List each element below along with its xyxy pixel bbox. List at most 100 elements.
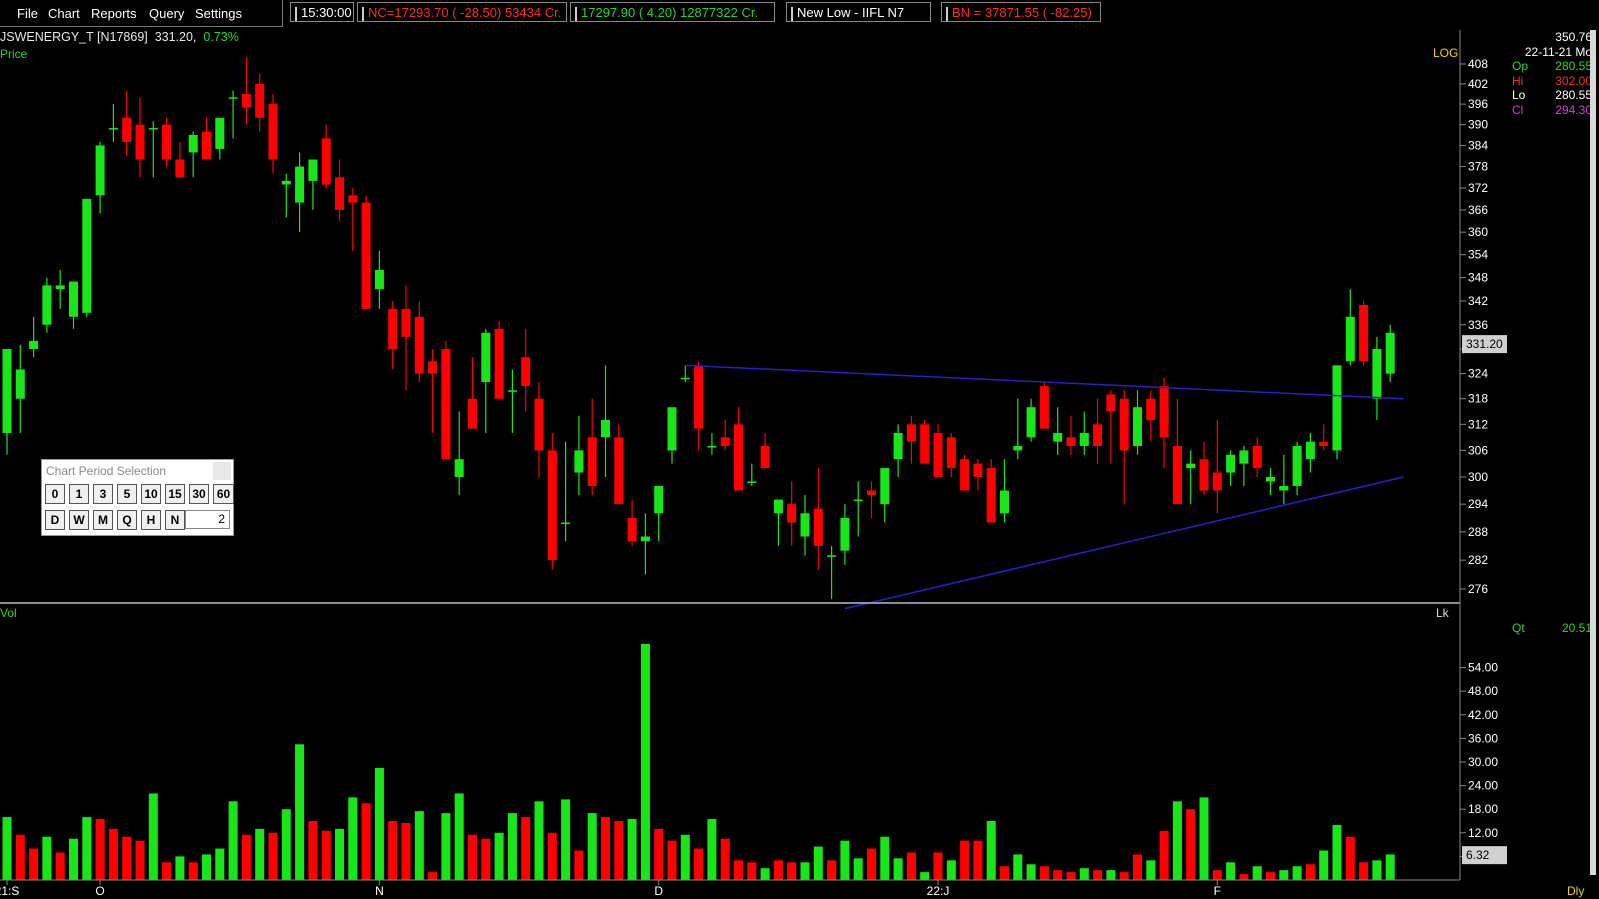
candle-body: [281, 180, 291, 185]
candle-body: [747, 481, 757, 483]
period-button-min-15[interactable]: 15: [165, 484, 185, 504]
volume-bar: [348, 797, 358, 880]
period-button-min-60[interactable]: 60: [213, 484, 234, 504]
period-button-min-0[interactable]: 0: [45, 484, 65, 504]
period-button-daily[interactable]: D: [45, 510, 65, 530]
candle-body: [348, 195, 358, 203]
volume-bar: [481, 838, 491, 880]
volume-bar: [880, 836, 890, 880]
candle-body: [2, 348, 12, 433]
price-tick-label: 324: [1468, 367, 1488, 381]
volume-bar: [1013, 854, 1023, 880]
volume-bar: [162, 862, 172, 880]
candle-body: [29, 340, 39, 349]
volume-bar: [69, 838, 78, 880]
candle-body: [893, 432, 903, 460]
volume-bar: [734, 860, 743, 880]
candle-body: [1345, 316, 1355, 362]
x-tick-label: O: [95, 884, 104, 898]
volume-tick-label: 42.00: [1468, 708, 1498, 722]
volume-bar: [1106, 870, 1116, 880]
period-button-min-1[interactable]: 1: [69, 484, 89, 504]
volume-bar: [1026, 864, 1036, 880]
period-button-weekly[interactable]: W: [69, 510, 89, 530]
candle-body: [1239, 450, 1249, 464]
volume-bar: [255, 828, 265, 880]
candle-body: [1212, 472, 1222, 491]
volume-bar: [55, 852, 65, 880]
candle-body: [374, 269, 384, 290]
close-icon[interactable]: [213, 462, 231, 480]
volume-bar: [561, 799, 571, 880]
volume-bar: [547, 832, 557, 880]
price-tick-label: 342: [1468, 294, 1488, 308]
period-button-monthly[interactable]: M: [93, 510, 113, 530]
price-tick-label: 354: [1468, 248, 1488, 262]
period-button-n[interactable]: N: [165, 510, 185, 530]
x-tick-label: 22:J: [927, 884, 950, 898]
candle-body: [627, 517, 637, 542]
price-tick-label: 312: [1468, 417, 1488, 431]
price-tick-label: 360: [1468, 225, 1488, 239]
candle-body: [1172, 446, 1182, 505]
volume-bar: [1266, 872, 1275, 880]
volume-bar: [1133, 854, 1142, 880]
candle-body: [640, 536, 650, 542]
price-tick-label: 390: [1468, 118, 1488, 132]
volume-bar: [1146, 860, 1156, 880]
volume-bar: [108, 828, 118, 880]
candle-body: [906, 424, 916, 442]
candle-body: [521, 357, 531, 387]
candle-body: [1093, 424, 1103, 447]
candle-body: [1305, 441, 1315, 460]
volume-bar: [135, 840, 145, 880]
volume-bar: [893, 858, 903, 880]
volume-bar: [760, 868, 770, 880]
candle-body: [82, 198, 92, 313]
volume-bar: [960, 840, 970, 880]
candle-body: [787, 504, 797, 523]
volume-bar: [534, 801, 544, 880]
volume-bar: [694, 848, 704, 880]
candle-body: [42, 285, 52, 325]
candle-body: [69, 281, 78, 317]
volume-bar: [521, 817, 531, 880]
candle-body: [1066, 437, 1076, 447]
candle-body: [428, 361, 438, 374]
volume-bar: [1279, 870, 1289, 880]
candle-body: [1133, 407, 1142, 447]
period-button-min-3[interactable]: 3: [93, 484, 113, 504]
period-count-input[interactable]: 2: [185, 510, 230, 529]
volume-bar: [1319, 850, 1329, 880]
candle-body: [654, 485, 664, 514]
price-tick-label: 402: [1468, 77, 1488, 91]
volume-bar: [388, 821, 398, 880]
period-button-min-10[interactable]: 10: [141, 484, 161, 504]
volume-bar: [973, 840, 983, 880]
volume-bar: [95, 819, 105, 880]
period-button-min-30[interactable]: 30: [189, 484, 209, 504]
period-button-half-yearly[interactable]: H: [141, 510, 161, 530]
volume-bar: [1053, 870, 1063, 880]
price-tick-label: 300: [1468, 470, 1488, 484]
candle-body: [561, 522, 571, 525]
candle-body: [773, 499, 783, 514]
candle-body: [122, 117, 132, 142]
candle-body: [1039, 386, 1049, 429]
price-tick-label: 396: [1468, 97, 1488, 111]
volume-bar: [1159, 830, 1169, 880]
price-tick-label: 276: [1468, 582, 1488, 596]
candle-body: [720, 437, 730, 447]
candle-body: [1000, 490, 1009, 514]
period-button-min-5[interactable]: 5: [117, 484, 137, 504]
candle-body: [800, 513, 810, 537]
candle-body: [321, 138, 331, 185]
period-button-quarterly[interactable]: Q: [117, 510, 137, 530]
candle-body: [401, 308, 411, 337]
candle-body: [268, 104, 278, 160]
candle-body: [108, 128, 118, 130]
candle-body: [1372, 348, 1382, 399]
candle-body: [1106, 394, 1116, 412]
volume-bar: [148, 793, 158, 880]
candle-body: [1279, 485, 1289, 491]
